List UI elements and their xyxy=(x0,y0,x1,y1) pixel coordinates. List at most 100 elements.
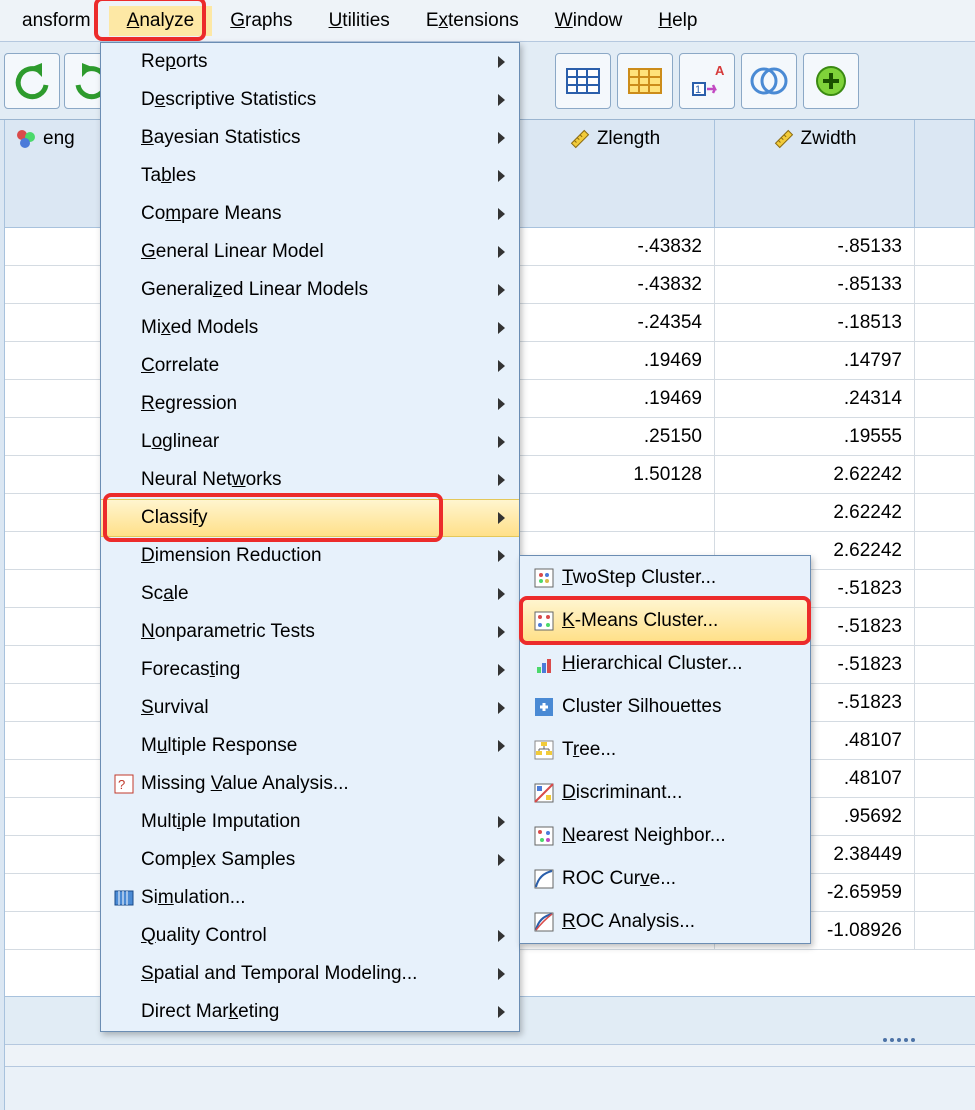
cell-blank[interactable] xyxy=(915,532,975,569)
analyze-item-25[interactable]: Direct Marketing xyxy=(101,993,519,1031)
cell-blank[interactable] xyxy=(915,836,975,873)
cell-zwidth[interactable]: 2.62242 xyxy=(715,494,915,531)
toolbar-table2[interactable] xyxy=(617,53,673,109)
analyze-item-4[interactable]: Compare Means xyxy=(101,195,519,233)
cell-blank[interactable] xyxy=(915,456,975,493)
cell-zlength[interactable]: 1.50128 xyxy=(515,456,715,493)
cell-zwidth[interactable]: 2.62242 xyxy=(715,456,915,493)
column-header-eng[interactable]: eng xyxy=(5,120,115,227)
cell-blank[interactable] xyxy=(915,494,975,531)
cell-blank[interactable] xyxy=(915,380,975,417)
table-color-icon xyxy=(625,61,665,101)
cell-blank[interactable] xyxy=(915,418,975,455)
scale-icon xyxy=(569,128,591,156)
cell-blank[interactable] xyxy=(915,608,975,645)
cell-zlength[interactable]: -.43832 xyxy=(515,228,715,265)
classify-item-2[interactable]: Hierarchical Cluster... xyxy=(520,642,810,685)
classify-item-7[interactable]: ROC Curve... xyxy=(520,857,810,900)
toolbar-venn[interactable] xyxy=(741,53,797,109)
menu-analyze[interactable]: Analyze xyxy=(109,6,213,36)
toolbar-add[interactable] xyxy=(803,53,859,109)
analyze-item-19[interactable]: ?Missing Value Analysis... xyxy=(101,765,519,803)
cell-zwidth[interactable]: .19555 xyxy=(715,418,915,455)
cell-blank[interactable] xyxy=(915,570,975,607)
classify-item-1[interactable]: K-Means Cluster... xyxy=(520,599,810,642)
classify-item-4[interactable]: Tree... xyxy=(520,728,810,771)
cell-zlength[interactable]: .19469 xyxy=(515,380,715,417)
cell-blank[interactable] xyxy=(915,228,975,265)
cell-zlength[interactable] xyxy=(515,494,715,531)
analyze-item-18[interactable]: Multiple Response xyxy=(101,727,519,765)
analyze-item-10[interactable]: Loglinear xyxy=(101,423,519,461)
analyze-item-17[interactable]: Survival xyxy=(101,689,519,727)
cell-blank[interactable] xyxy=(915,722,975,759)
analyze-item-5[interactable]: General Linear Model xyxy=(101,233,519,271)
cell-zlength[interactable]: -.24354 xyxy=(515,304,715,341)
menu-item-label: Tables xyxy=(141,165,498,187)
analyze-item-2[interactable]: Bayesian Statistics xyxy=(101,119,519,157)
classify-item-6[interactable]: Nearest Neighbor... xyxy=(520,814,810,857)
classify-item-5[interactable]: Discriminant... xyxy=(520,771,810,814)
analyze-item-16[interactable]: Forecasting xyxy=(101,651,519,689)
bottom-tabs-bar xyxy=(5,1044,975,1066)
cell-zwidth[interactable]: -.85133 xyxy=(715,266,915,303)
cell-blank[interactable] xyxy=(915,874,975,911)
cell-blank[interactable] xyxy=(915,646,975,683)
menu-item-label: K-Means Cluster... xyxy=(562,610,796,632)
analyze-item-0[interactable]: Reports xyxy=(101,43,519,81)
cell-zwidth[interactable]: .24314 xyxy=(715,380,915,417)
cell-zwidth[interactable]: -.85133 xyxy=(715,228,915,265)
toolbar-labels[interactable]: A1 xyxy=(679,53,735,109)
menu-item-label: Discriminant... xyxy=(562,782,796,804)
menu-item-label: Tree... xyxy=(562,739,796,761)
cell-zlength[interactable]: .19469 xyxy=(515,342,715,379)
analyze-item-21[interactable]: Complex Samples xyxy=(101,841,519,879)
analyze-item-11[interactable]: Neural Networks xyxy=(101,461,519,499)
analyze-item-24[interactable]: Spatial and Temporal Modeling... xyxy=(101,955,519,993)
cell-blank[interactable] xyxy=(915,266,975,303)
classify-item-8[interactable]: ROC Analysis... xyxy=(520,900,810,943)
classify-item-3[interactable]: Cluster Silhouettes xyxy=(520,685,810,728)
cell-zwidth[interactable]: -.18513 xyxy=(715,304,915,341)
cell-blank[interactable] xyxy=(915,912,975,949)
analyze-item-12[interactable]: Classify xyxy=(101,499,519,537)
menu-item-label: Bayesian Statistics xyxy=(141,127,498,149)
analyze-item-20[interactable]: Multiple Imputation xyxy=(101,803,519,841)
cell-zlength[interactable]: -.43832 xyxy=(515,266,715,303)
submenu-arrow-icon xyxy=(498,968,505,980)
menu-transform[interactable]: ansform xyxy=(4,6,109,36)
analyze-item-8[interactable]: Correlate xyxy=(101,347,519,385)
menu-help[interactable]: Help xyxy=(640,6,715,36)
column-header-zwidth[interactable]: Zwidth xyxy=(715,120,915,227)
analyze-item-7[interactable]: Mixed Models xyxy=(101,309,519,347)
cell-blank[interactable] xyxy=(915,798,975,835)
analyze-item-9[interactable]: Regression xyxy=(101,385,519,423)
menu-extensions[interactable]: Extensions xyxy=(408,6,537,36)
toolbar-undo[interactable] xyxy=(4,53,60,109)
analyze-item-1[interactable]: Descriptive Statistics xyxy=(101,81,519,119)
cell-blank[interactable] xyxy=(915,342,975,379)
cell-zwidth[interactable]: .14797 xyxy=(715,342,915,379)
submenu-arrow-icon xyxy=(498,284,505,296)
menu-item-label: Hierarchical Cluster... xyxy=(562,653,796,675)
analyze-item-23[interactable]: Quality Control xyxy=(101,917,519,955)
analyze-item-13[interactable]: Dimension Reduction xyxy=(101,537,519,575)
menu-graphs[interactable]: Graphs xyxy=(212,6,310,36)
cell-blank[interactable] xyxy=(915,760,975,797)
analyze-item-14[interactable]: Scale xyxy=(101,575,519,613)
analyze-item-3[interactable]: Tables xyxy=(101,157,519,195)
analyze-item-15[interactable]: Nonparametric Tests xyxy=(101,613,519,651)
column-label-zwidth: Zwidth xyxy=(801,128,857,150)
cell-zlength[interactable]: .25150 xyxy=(515,418,715,455)
column-header-zlength[interactable]: Zlength xyxy=(515,120,715,227)
cell-blank[interactable] xyxy=(915,684,975,721)
analyze-dropdown: ReportsDescriptive Statistics Bayesian St… xyxy=(100,42,520,1032)
menu-utilities[interactable]: Utilities xyxy=(311,6,408,36)
toolbar-table1[interactable] xyxy=(555,53,611,109)
analyze-item-6[interactable]: Generalized Linear Models xyxy=(101,271,519,309)
analyze-item-22[interactable]: Simulation... xyxy=(101,879,519,917)
menu-window[interactable]: Window xyxy=(537,6,641,36)
resize-grip[interactable] xyxy=(883,1038,915,1042)
cell-blank[interactable] xyxy=(915,304,975,341)
classify-item-0[interactable]: TwoStep Cluster... xyxy=(520,556,810,599)
